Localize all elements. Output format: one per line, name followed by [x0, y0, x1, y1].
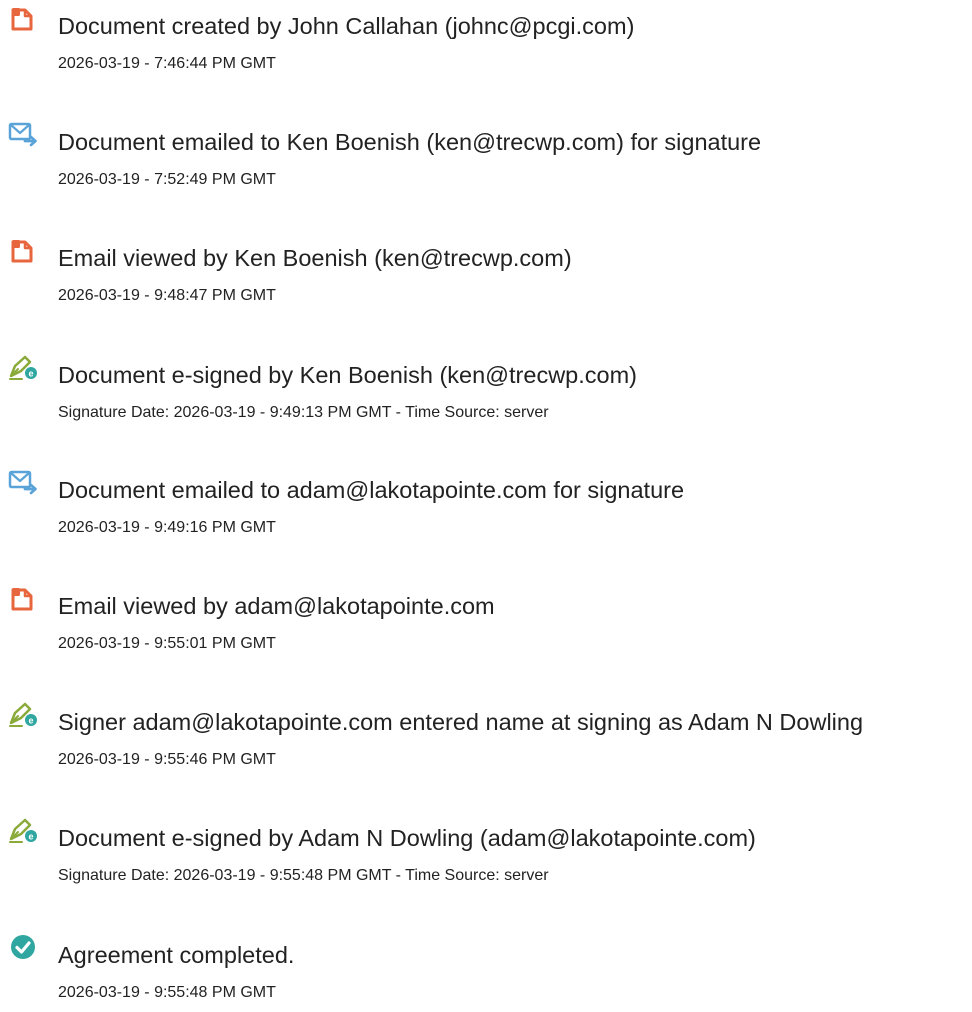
event-timestamp: 2026-03-19 - 9:49:16 PM GMT — [58, 519, 276, 536]
event-timestamp: 2026-03-19 - 7:52:49 PM GMT — [58, 171, 276, 188]
history-event: e Signer adam@lakotapointe.com entered n… — [0, 699, 972, 779]
event-title: Agreement completed. — [58, 942, 295, 968]
history-event: Agreement completed. 2026-03-19 - 9:55:4… — [0, 932, 972, 1012]
history-event: e Document e-signed by Ken Boenish (ken@… — [0, 352, 972, 432]
event-timestamp: 2026-03-19 - 9:55:48 PM GMT — [58, 984, 276, 1001]
history-event: Document emailed to adam@lakotapointe.co… — [0, 467, 972, 547]
svg-text:e: e — [28, 716, 33, 726]
event-title: Document e-signed by Adam N Dowling (ada… — [58, 825, 756, 851]
event-timestamp: Signature Date: 2026-03-19 - 9:55:48 PM … — [58, 867, 549, 884]
history-event: Document created by John Callahan (johnc… — [0, 3, 972, 83]
history-event: e Document e-signed by Adam N Dowling (a… — [0, 815, 972, 895]
svg-text:e: e — [28, 832, 33, 842]
event-title: Email viewed by adam@lakotapointe.com — [58, 593, 495, 619]
document-icon — [8, 3, 38, 33]
event-timestamp: 2026-03-19 - 9:55:46 PM GMT — [58, 751, 276, 768]
esign-pen-icon: e — [8, 699, 38, 729]
esign-pen-icon: e — [8, 815, 38, 845]
svg-text:e: e — [28, 369, 33, 379]
checkmark-circle-icon — [8, 932, 38, 962]
history-event: Email viewed by adam@lakotapointe.com 20… — [0, 583, 972, 663]
event-title: Email viewed by Ken Boenish (ken@trecwp.… — [58, 245, 572, 271]
event-title: Document emailed to adam@lakotapointe.co… — [58, 477, 685, 503]
history-event: Document emailed to Ken Boenish (ken@tre… — [0, 119, 972, 199]
event-title: Document emailed to Ken Boenish (ken@tre… — [58, 129, 762, 155]
email-icon — [8, 119, 38, 149]
event-title: Signer adam@lakotapointe.com entered nam… — [58, 709, 864, 735]
event-title: Document created by John Callahan (johnc… — [58, 13, 635, 39]
event-timestamp: 2026-03-19 - 9:55:01 PM GMT — [58, 635, 276, 652]
document-icon — [8, 235, 38, 265]
history-event: Email viewed by Ken Boenish (ken@trecwp.… — [0, 235, 972, 315]
email-icon — [8, 467, 38, 497]
event-timestamp: 2026-03-19 - 9:48:47 PM GMT — [58, 287, 276, 304]
esign-pen-icon: e — [8, 352, 38, 382]
event-timestamp: 2026-03-19 - 7:46:44 PM GMT — [58, 55, 276, 72]
event-title: Document e-signed by Ken Boenish (ken@tr… — [58, 362, 637, 388]
document-icon — [8, 583, 38, 613]
event-timestamp: Signature Date: 2026-03-19 - 9:49:13 PM … — [58, 404, 549, 421]
